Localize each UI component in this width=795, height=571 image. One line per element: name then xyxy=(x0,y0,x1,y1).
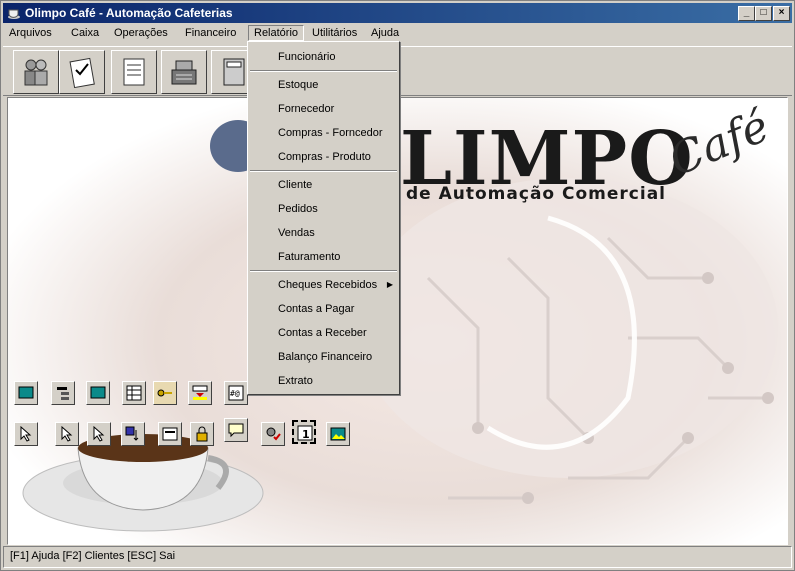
menu-separator xyxy=(250,170,397,172)
menu-operacoes[interactable]: Operações xyxy=(114,27,168,39)
close-button[interactable]: × xyxy=(773,6,790,21)
menu-item-estoque[interactable]: Estoque xyxy=(278,79,318,91)
quick-button-8[interactable] xyxy=(14,422,38,446)
cursor-icon xyxy=(20,426,32,442)
calculator-icon xyxy=(223,58,245,86)
coffee-cup-icon xyxy=(8,9,20,19)
grid-icon: #@ xyxy=(228,385,244,401)
menu-item-compras-fornecedor[interactable]: Compras - Forncedor xyxy=(278,127,383,139)
menu-item-contas-a-pagar[interactable]: Contas a Pagar xyxy=(278,303,354,315)
calculator-button[interactable] xyxy=(211,50,249,94)
menu-separator xyxy=(250,70,397,72)
window-title: Olimpo Café - Automação Cafeterias xyxy=(25,6,233,20)
minimize-button[interactable]: _ xyxy=(738,6,755,21)
tree-icon xyxy=(57,387,69,400)
monitor-icon xyxy=(18,386,34,399)
status-text: [F1] Ajuda [F2] Clientes [ESC] Sai xyxy=(10,550,176,562)
image-icon xyxy=(330,427,346,441)
title-bar: Olimpo Café - Automação Cafeterias _ □ × xyxy=(3,3,792,23)
number-one-icon: 1 xyxy=(297,425,313,441)
users-icon xyxy=(24,59,48,86)
quick-button-16[interactable]: 1 xyxy=(292,420,316,444)
key-icon xyxy=(157,389,172,397)
submenu-arrow-icon: ▶ xyxy=(386,280,393,289)
menu-item-balanco-financeiro[interactable]: Balanço Financeiro xyxy=(278,351,372,363)
quick-button-6[interactable] xyxy=(188,381,212,405)
quick-button-1[interactable] xyxy=(14,381,38,405)
quick-button-2[interactable] xyxy=(51,381,75,405)
quick-button-3[interactable] xyxy=(86,381,110,405)
report-icon xyxy=(123,58,145,86)
menu-item-pedidos[interactable]: Pedidos xyxy=(278,203,318,215)
menu-item-cliente[interactable]: Cliente xyxy=(278,179,312,191)
chat-icon xyxy=(228,423,244,438)
logo-subtitle: de Automação Comercial xyxy=(406,184,666,204)
sort-icon xyxy=(125,426,139,441)
user-check-icon xyxy=(266,427,281,441)
menu-item-cheques-recebidos[interactable]: Cheques Recebidos xyxy=(278,279,377,291)
quick-button-10[interactable] xyxy=(87,422,111,446)
cash-register-button[interactable] xyxy=(161,50,207,94)
menu-separator xyxy=(250,270,397,272)
quick-button-4[interactable] xyxy=(122,381,146,405)
checklist-icon xyxy=(69,57,95,88)
menu-item-extrato[interactable]: Extrato xyxy=(278,375,313,387)
quick-button-11[interactable] xyxy=(121,422,145,446)
menu-item-faturamento[interactable]: Faturamento xyxy=(278,251,340,263)
quick-button-17[interactable] xyxy=(326,422,350,446)
menu-financeiro[interactable]: Financeiro xyxy=(185,27,236,39)
svg-text:1: 1 xyxy=(302,428,310,441)
quick-button-14[interactable] xyxy=(224,418,248,442)
menu-item-compras-produto[interactable]: Compras - Produto xyxy=(278,151,371,163)
menu-arquivos[interactable]: Arquivos xyxy=(9,27,52,39)
relatorio-dropdown: Funcionário Estoque Fornecedor Compras -… xyxy=(247,41,400,395)
cursor-icon xyxy=(61,426,73,442)
menu-utilitarios[interactable]: Utilitários xyxy=(312,27,357,39)
quick-button-5[interactable] xyxy=(153,381,177,405)
menu-caixa[interactable]: Caixa xyxy=(71,27,99,39)
quick-button-12[interactable] xyxy=(158,422,182,446)
report-button[interactable] xyxy=(111,50,157,94)
maximize-button[interactable]: □ xyxy=(755,6,772,21)
monitor-icon xyxy=(90,386,106,399)
menu-relatorio[interactable]: Relatório xyxy=(248,25,305,41)
checklist-button[interactable] xyxy=(59,50,105,94)
quick-button-7[interactable]: #@ xyxy=(224,381,248,405)
resize-icon xyxy=(192,385,208,400)
quick-button-13[interactable] xyxy=(190,422,214,446)
table-icon xyxy=(126,385,142,401)
menu-item-funcionario[interactable]: Funcionário xyxy=(278,51,335,63)
status-bar: [F1] Ajuda [F2] Clientes [ESC] Sai xyxy=(3,546,792,568)
menu-item-fornecedor[interactable]: Fornecedor xyxy=(278,103,334,115)
menu-ajuda[interactable]: Ajuda xyxy=(371,27,399,39)
menu-item-vendas[interactable]: Vendas xyxy=(278,227,315,239)
menu-item-contas-a-receber[interactable]: Contas a Receber xyxy=(278,327,367,339)
svg-text:#@: #@ xyxy=(230,389,240,398)
quick-button-15[interactable] xyxy=(261,422,285,446)
users-button[interactable] xyxy=(13,50,59,94)
form-icon xyxy=(162,427,178,441)
cursor-icon xyxy=(93,426,105,442)
cash-register-icon xyxy=(171,60,197,85)
lock-icon xyxy=(196,426,208,442)
quick-button-9[interactable] xyxy=(55,422,79,446)
